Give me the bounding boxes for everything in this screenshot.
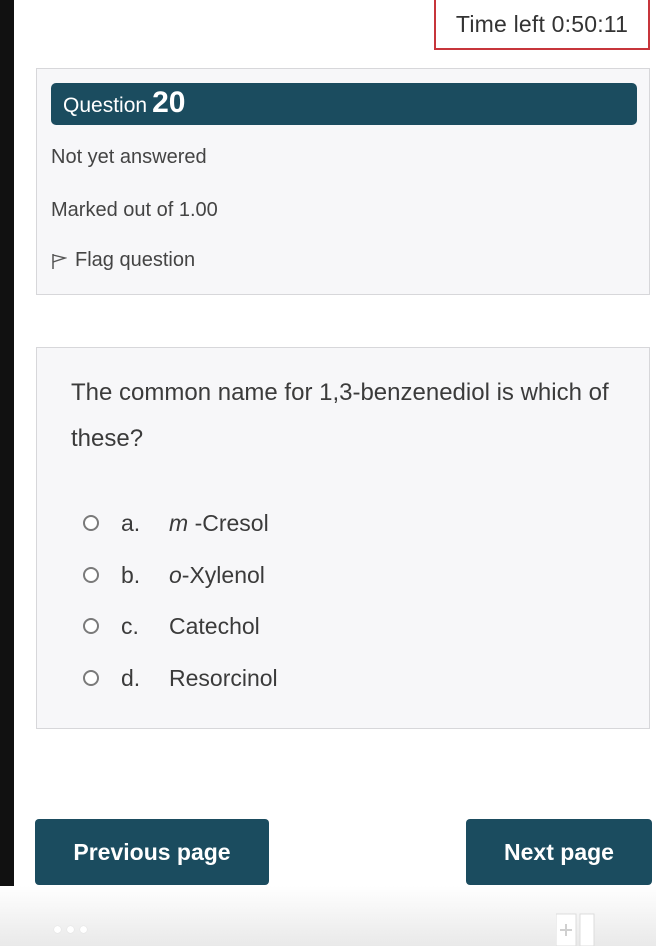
question-card: The common name for 1,3-benzenediol is w…: [36, 347, 650, 729]
answer-letter: b.: [121, 561, 141, 588]
flag-question-link[interactable]: Flag question: [51, 249, 195, 272]
answer-text: o-Xylenol: [169, 561, 265, 588]
time-left-timer: Time left 0:50:11: [434, 0, 650, 50]
question-state: Not yet answered: [51, 146, 207, 168]
answer-text: Catechol: [169, 612, 260, 639]
next-page-button[interactable]: Next page: [466, 819, 652, 885]
question-number-header: Question 20: [51, 83, 637, 125]
time-left-text: Time left 0:50:11: [455, 10, 629, 37]
answer-text: m -Cresol: [169, 509, 269, 536]
question-number: 20: [152, 86, 186, 119]
previous-page-button[interactable]: Previous page: [35, 819, 269, 885]
question-label: Question: [63, 94, 148, 117]
left-edge: [0, 0, 14, 946]
flag-icon: [52, 253, 67, 269]
question-marks: Marked out of 1.00: [51, 199, 218, 221]
answer-option-b[interactable]: b. o-Xylenol: [83, 560, 265, 590]
radio-icon[interactable]: [83, 618, 99, 634]
flag-question-label: Flag question: [75, 249, 196, 271]
answer-letter: d.: [121, 664, 141, 691]
more-dots-icon[interactable]: [54, 926, 87, 933]
plus-icon[interactable]: [556, 912, 596, 946]
answer-letter: c.: [121, 612, 139, 639]
answer-option-c[interactable]: c. Catechol: [83, 611, 260, 641]
radio-icon[interactable]: [83, 515, 99, 531]
answer-letter: a.: [121, 509, 141, 536]
question-text: The common name for 1,3-benzenediol is w…: [71, 379, 609, 452]
radio-icon[interactable]: [83, 670, 99, 686]
answer-text: Resorcinol: [169, 664, 278, 691]
question-info-card: Question 20 Not yet answered Marked out …: [36, 68, 650, 295]
radio-icon[interactable]: [83, 567, 99, 583]
answer-option-d[interactable]: d. Resorcinol: [83, 663, 278, 693]
answer-option-a[interactable]: a. m -Cresol: [83, 508, 269, 538]
